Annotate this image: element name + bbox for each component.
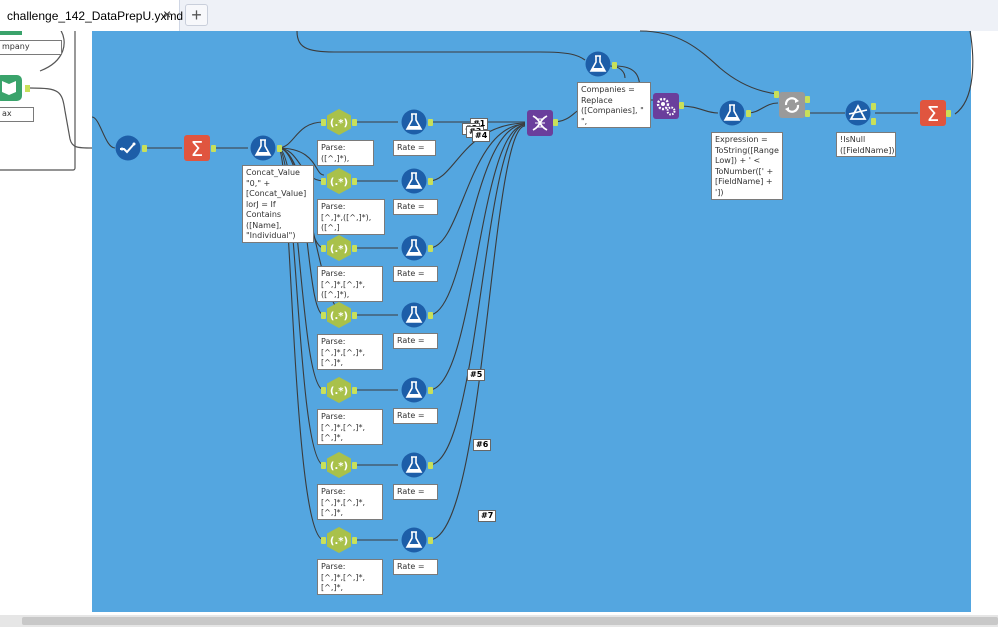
gears-icon[interactable] bbox=[653, 93, 679, 119]
companies-annotation: Companies = Replace ([Companies], " ", "… bbox=[577, 82, 651, 128]
parse-annotation-6: Parse: [^,]*,[^,]*,[^,]*, [^,]*,[^,... bbox=[317, 484, 383, 520]
output-connector[interactable] bbox=[428, 537, 433, 544]
output-connector[interactable] bbox=[428, 312, 433, 319]
svg-text:Σ: Σ bbox=[927, 102, 940, 126]
parse-annotation-1: Parse: ([^,]*),([^,]*) bbox=[317, 140, 374, 166]
output-connector[interactable] bbox=[277, 145, 282, 152]
flask-icon[interactable] bbox=[585, 51, 611, 77]
output-connector[interactable] bbox=[612, 62, 617, 69]
output-connector[interactable] bbox=[428, 387, 433, 394]
output-connector[interactable] bbox=[352, 387, 357, 394]
output-connector[interactable] bbox=[352, 245, 357, 252]
regex-icon[interactable]: (.*) bbox=[326, 302, 352, 328]
output-connector[interactable] bbox=[211, 145, 216, 152]
union-tag-4: #4 bbox=[472, 130, 491, 142]
svg-text:Σ: Σ bbox=[191, 137, 204, 161]
parse-annotation-4: Parse: [^,]*,[^,]*,[^,]*, ([^,]*),(... bbox=[317, 334, 383, 370]
output-connector[interactable] bbox=[805, 110, 810, 117]
filter-annotation: !IsNull ([FieldName]) bbox=[836, 132, 896, 157]
output-connector[interactable] bbox=[352, 537, 357, 544]
input-connector[interactable] bbox=[321, 245, 326, 252]
output-connector[interactable] bbox=[428, 178, 433, 185]
output-connector[interactable] bbox=[352, 119, 357, 126]
rate-annotation-2: Rate = .12 bbox=[393, 199, 438, 215]
regex-icon[interactable]: (.*) bbox=[326, 109, 352, 135]
check-flow-icon[interactable] bbox=[115, 135, 141, 161]
flask-icon[interactable] bbox=[401, 109, 427, 135]
rate-annotation-7: Rate = .37 bbox=[393, 559, 438, 575]
rate-annotation-6: Rate = .35 bbox=[393, 484, 438, 500]
svg-text:(.*): (.*) bbox=[330, 118, 348, 129]
false-output-connector[interactable] bbox=[871, 118, 876, 125]
output-connector[interactable] bbox=[142, 145, 147, 152]
output-connector[interactable] bbox=[352, 462, 357, 469]
union-tag-5: #5 bbox=[467, 369, 486, 381]
dna-icon[interactable] bbox=[527, 110, 553, 136]
output-connector[interactable] bbox=[428, 462, 433, 469]
input-connector[interactable] bbox=[321, 462, 326, 469]
svg-text:(.*): (.*) bbox=[330, 244, 348, 255]
input-connector[interactable] bbox=[321, 178, 326, 185]
sigma-icon[interactable]: Σ bbox=[920, 100, 946, 126]
svg-text:(.*): (.*) bbox=[330, 461, 348, 472]
rate-annotation-3: Rate = .22 bbox=[393, 266, 438, 282]
svg-text:(.*): (.*) bbox=[330, 536, 348, 547]
flask-icon[interactable] bbox=[401, 377, 427, 403]
flask-icon[interactable] bbox=[401, 452, 427, 478]
sigma-icon[interactable]: Σ bbox=[184, 135, 210, 161]
svg-text:(.*): (.*) bbox=[330, 311, 348, 322]
svg-text:(.*): (.*) bbox=[330, 386, 348, 397]
rate-annotation-4: Rate = .24 bbox=[393, 333, 438, 349]
output-connector[interactable] bbox=[946, 110, 951, 117]
output-connector[interactable] bbox=[679, 102, 684, 109]
parse-annotation-2: Parse: [^,]*,([^,]*),([^,] *) bbox=[317, 199, 385, 235]
regex-icon[interactable]: (.*) bbox=[326, 377, 352, 403]
union-tag-7: #7 bbox=[478, 510, 497, 522]
output-connector[interactable] bbox=[553, 119, 558, 126]
flask-icon[interactable] bbox=[401, 235, 427, 261]
output-connector[interactable] bbox=[805, 96, 810, 103]
output-connector[interactable] bbox=[428, 245, 433, 252]
flask-icon[interactable] bbox=[401, 168, 427, 194]
output-connector[interactable] bbox=[746, 110, 751, 117]
regex-icon[interactable]: (.*) bbox=[326, 527, 352, 553]
parse-annotation-7: Parse: [^,]*,[^,]*,[^,]*, [^,]*,[^,... bbox=[317, 559, 383, 595]
true-output-connector[interactable] bbox=[871, 103, 876, 110]
input-connector[interactable] bbox=[321, 119, 326, 126]
flask-icon[interactable] bbox=[719, 100, 745, 126]
output-connector[interactable] bbox=[352, 178, 357, 185]
rate-annotation-1: Rate = .1 bbox=[393, 140, 436, 156]
svg-text:(.*): (.*) bbox=[330, 177, 348, 188]
parse-annotation-3: Parse: [^,]*,[^,]*,([^,]*), ([^,]*) bbox=[317, 266, 383, 302]
input-connector[interactable] bbox=[321, 387, 326, 394]
scrollbar-thumb[interactable] bbox=[22, 617, 998, 625]
regex-icon[interactable]: (.*) bbox=[326, 235, 352, 261]
expression-annotation: Expression = ToString([Range Low]) + ' <… bbox=[711, 132, 783, 200]
regex-icon[interactable]: (.*) bbox=[326, 168, 352, 194]
connection-lines bbox=[91, 30, 974, 541]
flask-icon[interactable] bbox=[401, 302, 427, 328]
output-connector[interactable] bbox=[352, 312, 357, 319]
formula-annotation: Concat_Value "0," + [Concat_Value] lorJ … bbox=[242, 165, 314, 243]
flask-icon[interactable] bbox=[401, 527, 427, 553]
output-connector[interactable] bbox=[428, 119, 433, 126]
input-connector[interactable] bbox=[321, 312, 326, 319]
rate-annotation-5: Rate = .32 bbox=[393, 408, 438, 424]
input-connector[interactable] bbox=[774, 91, 779, 98]
cycle-icon[interactable] bbox=[779, 92, 805, 118]
parse-annotation-5: Parse: [^,]*,[^,]*,[^,]*, [^,]*,([^... bbox=[317, 409, 383, 445]
union-tag-6: #6 bbox=[473, 439, 492, 451]
filter-icon[interactable] bbox=[845, 100, 871, 126]
regex-icon[interactable]: (.*) bbox=[326, 452, 352, 478]
flask-icon[interactable] bbox=[250, 135, 276, 161]
input-connector[interactable] bbox=[321, 537, 326, 544]
